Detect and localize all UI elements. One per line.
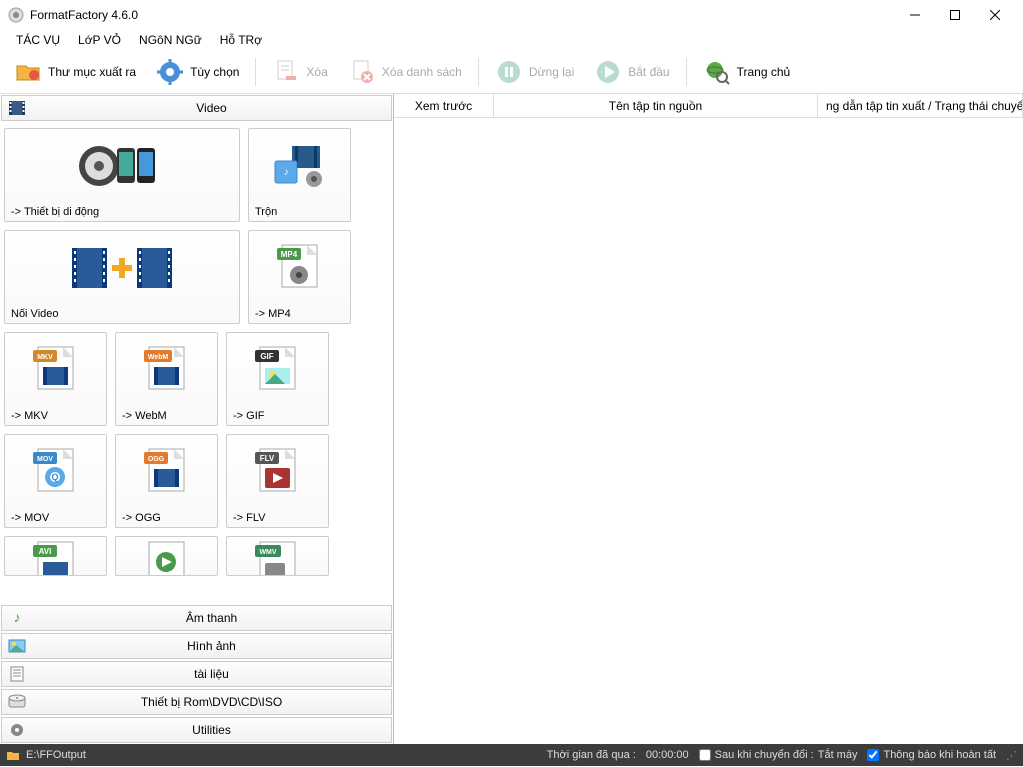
toolbar: Thư mục xuất ra Tùy chọn Xóa Xóa danh sá…: [0, 50, 1023, 94]
svg-text:MP4: MP4: [281, 250, 298, 259]
wmv-icon: WMV: [227, 537, 328, 576]
document-icon: [6, 663, 28, 685]
resize-grip-icon[interactable]: ⋰: [1006, 749, 1017, 762]
category-audio[interactable]: ♪ Âm thanh: [1, 605, 392, 631]
tile-wmv[interactable]: WMV: [226, 536, 329, 576]
clear-list-button: Xóa danh sách: [340, 54, 470, 90]
maximize-button[interactable]: [935, 1, 975, 29]
mp4-icon: MP4: [249, 231, 350, 304]
play-icon: [594, 58, 622, 86]
globe-search-icon: [703, 58, 731, 86]
after-convert-checkbox[interactable]: Sau khi chuyển đổi : Tắt máy: [699, 749, 858, 761]
tile-avi[interactable]: AVI: [4, 536, 107, 576]
left-panel: Video -> Thiết bị di động ♪ Trộn: [0, 94, 394, 744]
stop-button: Dừng lại: [487, 54, 582, 90]
col-source[interactable]: Tên tập tin nguồn: [494, 94, 818, 117]
toolbar-separator: [478, 58, 479, 86]
menu-language[interactable]: NGôN NGữ: [131, 31, 210, 49]
close-button[interactable]: [975, 1, 1015, 29]
gear-icon: [156, 58, 184, 86]
homepage-button[interactable]: Trang chủ: [695, 54, 799, 90]
category-rom[interactable]: Thiết bị Rom\DVD\CD\ISO: [1, 689, 392, 715]
ogg-icon: OGG: [116, 435, 217, 508]
tile-gif[interactable]: GIF -> GIF: [226, 332, 329, 426]
document-x-icon: [348, 58, 376, 86]
svg-text:Q: Q: [51, 472, 58, 482]
svg-text:AVI: AVI: [39, 547, 52, 556]
mov-icon: MOV Q: [5, 435, 106, 508]
tile-3gp[interactable]: [115, 536, 218, 576]
start-button: Bắt đầu: [586, 54, 677, 90]
tile-webm[interactable]: WebM -> WebM: [115, 332, 218, 426]
task-list[interactable]: [394, 118, 1023, 744]
webm-icon: WebM: [116, 333, 217, 406]
pause-icon: [495, 58, 523, 86]
elapsed-label: Thời gian đã qua :: [547, 749, 636, 761]
elapsed-value: 00:00:00: [646, 749, 689, 761]
svg-text:GIF: GIF: [260, 352, 273, 361]
document-minus-icon: [272, 58, 300, 86]
output-folder-button[interactable]: Thư mục xuất ra: [6, 54, 144, 90]
col-output-status[interactable]: ng dẫn tập tin xuất / Trạng thái chuyển: [818, 94, 1023, 117]
svg-text:♪: ♪: [283, 167, 288, 178]
tile-mobile-device[interactable]: -> Thiết bị di động: [4, 128, 240, 222]
tile-mov[interactable]: MOVQ -> MOV: [4, 434, 107, 528]
minimize-button[interactable]: [895, 1, 935, 29]
svg-text:FLV: FLV: [260, 454, 275, 463]
svg-text:MOV: MOV: [37, 456, 53, 463]
mix-icon: ♪: [249, 129, 350, 202]
menu-task[interactable]: TÁC VỤ: [8, 31, 68, 49]
statusbar: E:\FFOutput Thời gian đã qua : 00:00:00 …: [0, 744, 1023, 766]
category-picture[interactable]: Hình ảnh: [1, 633, 392, 659]
svg-text:♪: ♪: [14, 609, 21, 625]
toolbar-separator: [686, 58, 687, 86]
remove-button: Xóa: [264, 54, 335, 90]
3gp-icon: [116, 537, 217, 576]
app-icon: [8, 7, 24, 23]
flv-icon: FLV: [227, 435, 328, 508]
tile-flv[interactable]: FLV -> FLV: [226, 434, 329, 528]
window-title: FormatFactory 4.6.0: [30, 8, 138, 22]
menu-skin[interactable]: LớP VỎ: [70, 31, 129, 49]
options-button[interactable]: Tùy chọn: [148, 54, 247, 90]
svg-text:WMV: WMV: [259, 549, 276, 556]
tile-mix[interactable]: ♪ Trộn: [248, 128, 351, 222]
col-preview[interactable]: Xem trước: [394, 94, 494, 117]
notify-checkbox[interactable]: Thông báo khi hoàn tất: [867, 749, 996, 761]
join-video-icon: [5, 231, 239, 304]
toolbar-separator: [255, 58, 256, 86]
titlebar: FormatFactory 4.6.0: [0, 0, 1023, 30]
gif-icon: GIF: [227, 333, 328, 406]
svg-text:MKV: MKV: [37, 354, 53, 361]
tile-mkv[interactable]: MKV -> MKV: [4, 332, 107, 426]
disc-drive-icon: [6, 691, 28, 713]
tile-mp4[interactable]: MP4 -> MP4: [248, 230, 351, 324]
picture-icon: [6, 635, 28, 657]
category-utilities[interactable]: Utilities: [1, 717, 392, 743]
right-panel: Xem trước Tên tập tin nguồn ng dẫn tập t…: [394, 94, 1023, 744]
mkv-icon: MKV: [5, 333, 106, 406]
mobile-device-icon: [5, 129, 239, 202]
category-document[interactable]: tài liệu: [1, 661, 392, 687]
folder-icon: [14, 58, 42, 86]
category-video[interactable]: Video: [1, 95, 392, 121]
audio-icon: ♪: [6, 607, 28, 629]
video-icon: [6, 97, 28, 119]
tile-join-video[interactable]: Nối Video: [4, 230, 240, 324]
output-path[interactable]: E:\FFOutput: [26, 749, 86, 761]
video-grid: -> Thiết bị di động ♪ Trộn Nối Video: [0, 122, 393, 604]
menu-help[interactable]: Hỗ TRợ: [212, 31, 270, 49]
svg-text:OGG: OGG: [148, 456, 165, 463]
gear-small-icon: [6, 719, 28, 741]
avi-icon: AVI: [5, 537, 106, 576]
list-header: Xem trước Tên tập tin nguồn ng dẫn tập t…: [394, 94, 1023, 118]
svg-text:WebM: WebM: [148, 354, 169, 361]
menubar: TÁC VỤ LớP VỎ NGôN NGữ Hỗ TRợ: [0, 30, 1023, 50]
tile-ogg[interactable]: OGG -> OGG: [115, 434, 218, 528]
folder-small-icon: [6, 748, 20, 762]
